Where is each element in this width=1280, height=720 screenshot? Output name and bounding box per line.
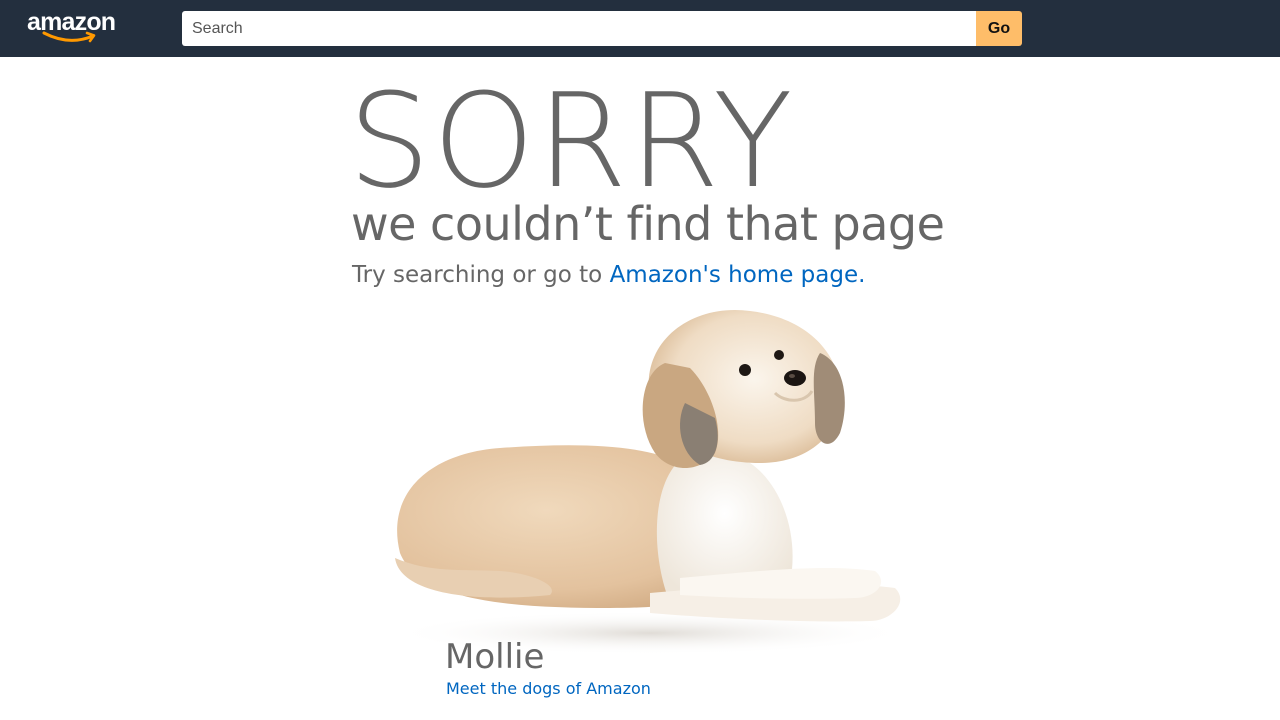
dog-photo	[390, 309, 910, 655]
dog-name: Mollie	[445, 637, 545, 677]
try-searching-text: Try searching or go to Amazon's home pag…	[352, 258, 865, 292]
page-not-found-subtitle: we couldn’t find that page	[351, 197, 945, 251]
smile-arrow-icon	[42, 31, 96, 43]
search-form: Go	[182, 11, 1022, 46]
sorry-heading: SORRY	[348, 65, 795, 217]
try-searching-suffix: .	[858, 262, 866, 288]
go-button[interactable]: Go	[976, 11, 1022, 46]
error-content: SORRY we couldn’t find that page Try sea…	[348, 57, 950, 720]
meet-dogs-link[interactable]: Meet the dogs of Amazon	[446, 677, 651, 701]
amazon-logo[interactable]: amazon	[27, 8, 127, 46]
home-page-link[interactable]: Amazon's home page	[610, 262, 859, 288]
top-navigation-bar: amazon Go	[0, 0, 1280, 57]
try-searching-prefix: Try searching or go to	[352, 262, 610, 288]
search-input[interactable]	[182, 11, 976, 46]
